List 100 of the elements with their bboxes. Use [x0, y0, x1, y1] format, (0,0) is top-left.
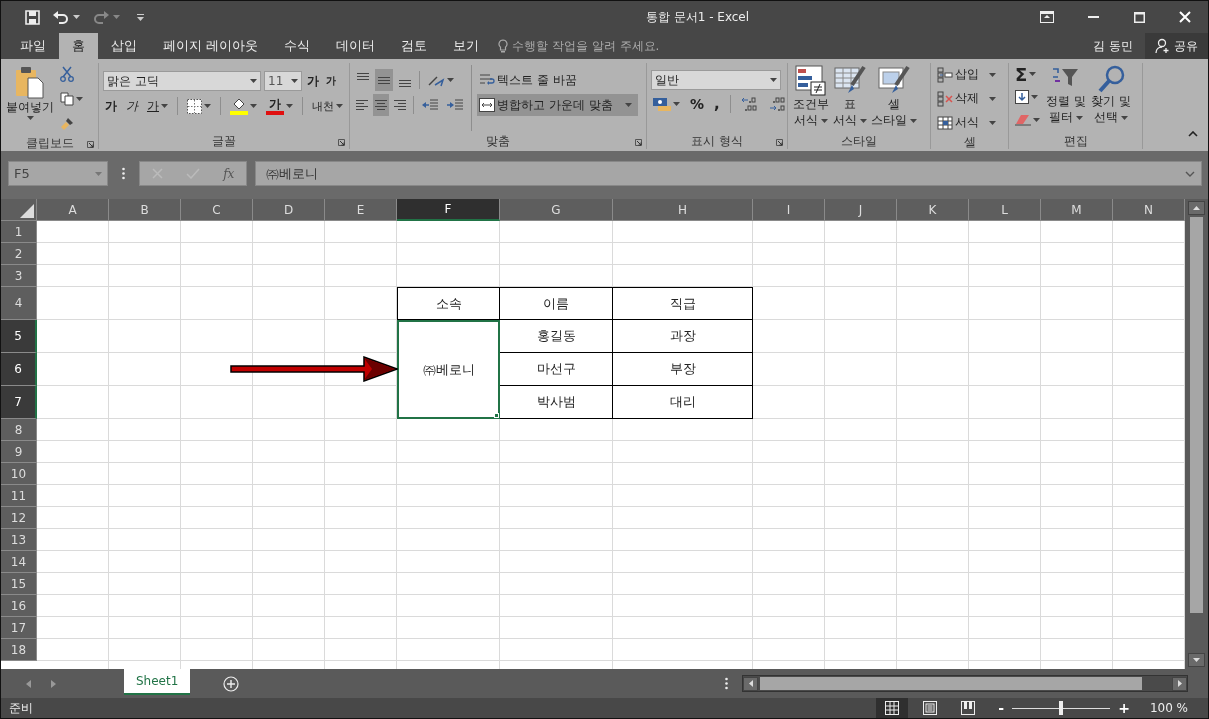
more-icon[interactable]: [122, 167, 125, 180]
cells-button[interactable]: 서식: [935, 111, 998, 134]
slider-thumb[interactable]: [1059, 701, 1064, 715]
font-name-field[interactable]: 맑은 고딕: [103, 71, 261, 91]
formula-field[interactable]: ㈜베로니: [255, 161, 1202, 186]
row-header[interactable]: 11: [1, 485, 37, 507]
comma-button[interactable]: ,: [712, 93, 722, 115]
scroll-left-button[interactable]: [743, 676, 758, 691]
ribbon-tab[interactable]: 데이터: [323, 33, 389, 59]
row-header[interactable]: 15: [1, 573, 37, 595]
caret-icon: [1033, 118, 1040, 122]
scrollbar-thumb[interactable]: [1190, 217, 1203, 613]
column-header[interactable]: H: [613, 199, 753, 221]
underline-button[interactable]: 가: [145, 95, 170, 117]
column-header[interactable]: J: [825, 199, 897, 221]
column-header[interactable]: L: [969, 199, 1041, 221]
column-header[interactable]: K: [897, 199, 969, 221]
number-format-field[interactable]: 일반: [651, 70, 781, 90]
row-header[interactable]: 16: [1, 595, 37, 617]
row-header[interactable]: 9: [1, 441, 37, 463]
style-button[interactable]: 셀 스타일: [870, 63, 918, 133]
style-button[interactable]: 조건부 서식: [792, 63, 830, 133]
column-header[interactable]: N: [1113, 199, 1185, 221]
grow-font-button[interactable]: 가: [305, 70, 321, 92]
row-header[interactable]: 7: [1, 386, 37, 419]
row-header[interactable]: 17: [1, 617, 37, 639]
ribbon-tab[interactable]: 보기: [440, 33, 493, 59]
zoom-out-button[interactable]: -: [994, 700, 1009, 716]
person-icon: [1155, 38, 1171, 54]
phonetic-button[interactable]: 내천: [310, 95, 345, 117]
find-select-button[interactable]: 찾기 및 선택: [1089, 63, 1132, 133]
row-header[interactable]: 4: [1, 287, 37, 320]
column-header[interactable]: M: [1041, 199, 1113, 221]
select-all-button[interactable]: [1, 199, 37, 221]
horizontal-scrollbar[interactable]: [742, 675, 1188, 692]
wrap-text-button[interactable]: 텍스트 줄 바꿈: [477, 69, 638, 91]
dialog-launcher-icon[interactable]: [87, 141, 94, 148]
chevron-down-icon[interactable]: [1185, 170, 1195, 177]
share-button[interactable]: 공유: [1145, 33, 1208, 59]
ribbon-tab[interactable]: 검토: [388, 33, 441, 59]
column-header[interactable]: A: [37, 199, 109, 221]
ribbon-tab[interactable]: 페이지 레이아웃: [150, 33, 272, 59]
add-sheet-button[interactable]: [223, 675, 240, 692]
italic-button[interactable]: 가: [124, 95, 140, 117]
row-header[interactable]: 13: [1, 529, 37, 551]
sort-filter-button[interactable]: 정렬 및 필터: [1045, 63, 1087, 133]
font-size-field[interactable]: 11: [264, 71, 302, 91]
row-header[interactable]: 10: [1, 463, 37, 485]
decimal-icon: [768, 96, 787, 112]
scroll-up-button[interactable]: [1188, 201, 1205, 215]
more-icon[interactable]: [725, 677, 728, 690]
table-cell: 대리: [613, 386, 753, 419]
row-header[interactable]: 8: [1, 419, 37, 441]
row-header[interactable]: 18: [1, 639, 37, 661]
dialog-launcher-icon[interactable]: [635, 139, 642, 146]
ribbon-tab[interactable]: 홈: [59, 33, 98, 59]
name-box[interactable]: F5: [8, 161, 108, 186]
row-header[interactable]: 3: [1, 265, 37, 287]
search-field[interactable]: 수행할 작업을 알려 주세요.: [512, 39, 713, 53]
scroll-right-button[interactable]: [1172, 676, 1187, 691]
column-header[interactable]: D: [253, 199, 325, 221]
column-header[interactable]: C: [181, 199, 253, 221]
shrink-font-button[interactable]: 가: [324, 70, 338, 92]
merge-center-button[interactable]: 병합하고 가운데 맞춤: [477, 94, 638, 116]
ribbon-tab[interactable]: 수식: [271, 33, 324, 59]
dialog-launcher-icon[interactable]: [338, 139, 345, 146]
sheet-tab[interactable]: Sheet1: [124, 669, 191, 695]
style-button[interactable]: 표 서식: [832, 63, 868, 133]
horizontal-align-button[interactable]: [373, 94, 389, 116]
scrollbar-thumb[interactable]: [760, 677, 1142, 690]
autosum-button[interactable]: Σ: [1013, 63, 1042, 85]
align-lines-icon: [378, 76, 390, 84]
column-header[interactable]: I: [753, 199, 825, 221]
row-header[interactable]: 14: [1, 551, 37, 573]
bold-button[interactable]: 가: [103, 95, 119, 117]
column-header[interactable]: G: [500, 199, 613, 221]
column-header[interactable]: E: [325, 199, 397, 221]
scroll-down-button[interactable]: [1188, 653, 1205, 667]
cells-button[interactable]: 삽입: [935, 63, 998, 86]
column-header[interactable]: B: [109, 199, 181, 221]
cells-button[interactable]: 삭제: [935, 87, 998, 110]
insert-cells-icon: [937, 66, 953, 83]
ribbon-tab[interactable]: 파일: [7, 33, 59, 59]
paste-button[interactable]: 붙여넣기: [5, 63, 55, 135]
view-button[interactable]: [876, 698, 909, 718]
vertical-align-button[interactable]: [375, 69, 393, 91]
caret-icon: [989, 72, 996, 77]
column-header[interactable]: F: [397, 199, 500, 221]
vertical-scrollbar[interactable]: [1185, 199, 1208, 669]
zoom-in-button[interactable]: +: [1114, 700, 1134, 716]
dialog-launcher-icon[interactable]: [776, 139, 783, 146]
ribbon-tab[interactable]: 삽입: [98, 33, 150, 59]
row-header[interactable]: 5: [1, 320, 37, 353]
row-header[interactable]: 6: [1, 353, 37, 386]
percent-button[interactable]: %: [688, 93, 707, 115]
row-header[interactable]: 1: [1, 221, 37, 243]
font-color-button[interactable]: 가: [264, 95, 295, 117]
row-header[interactable]: 12: [1, 507, 37, 529]
row-header[interactable]: 2: [1, 243, 37, 265]
group-label: 스타일: [841, 132, 877, 150]
